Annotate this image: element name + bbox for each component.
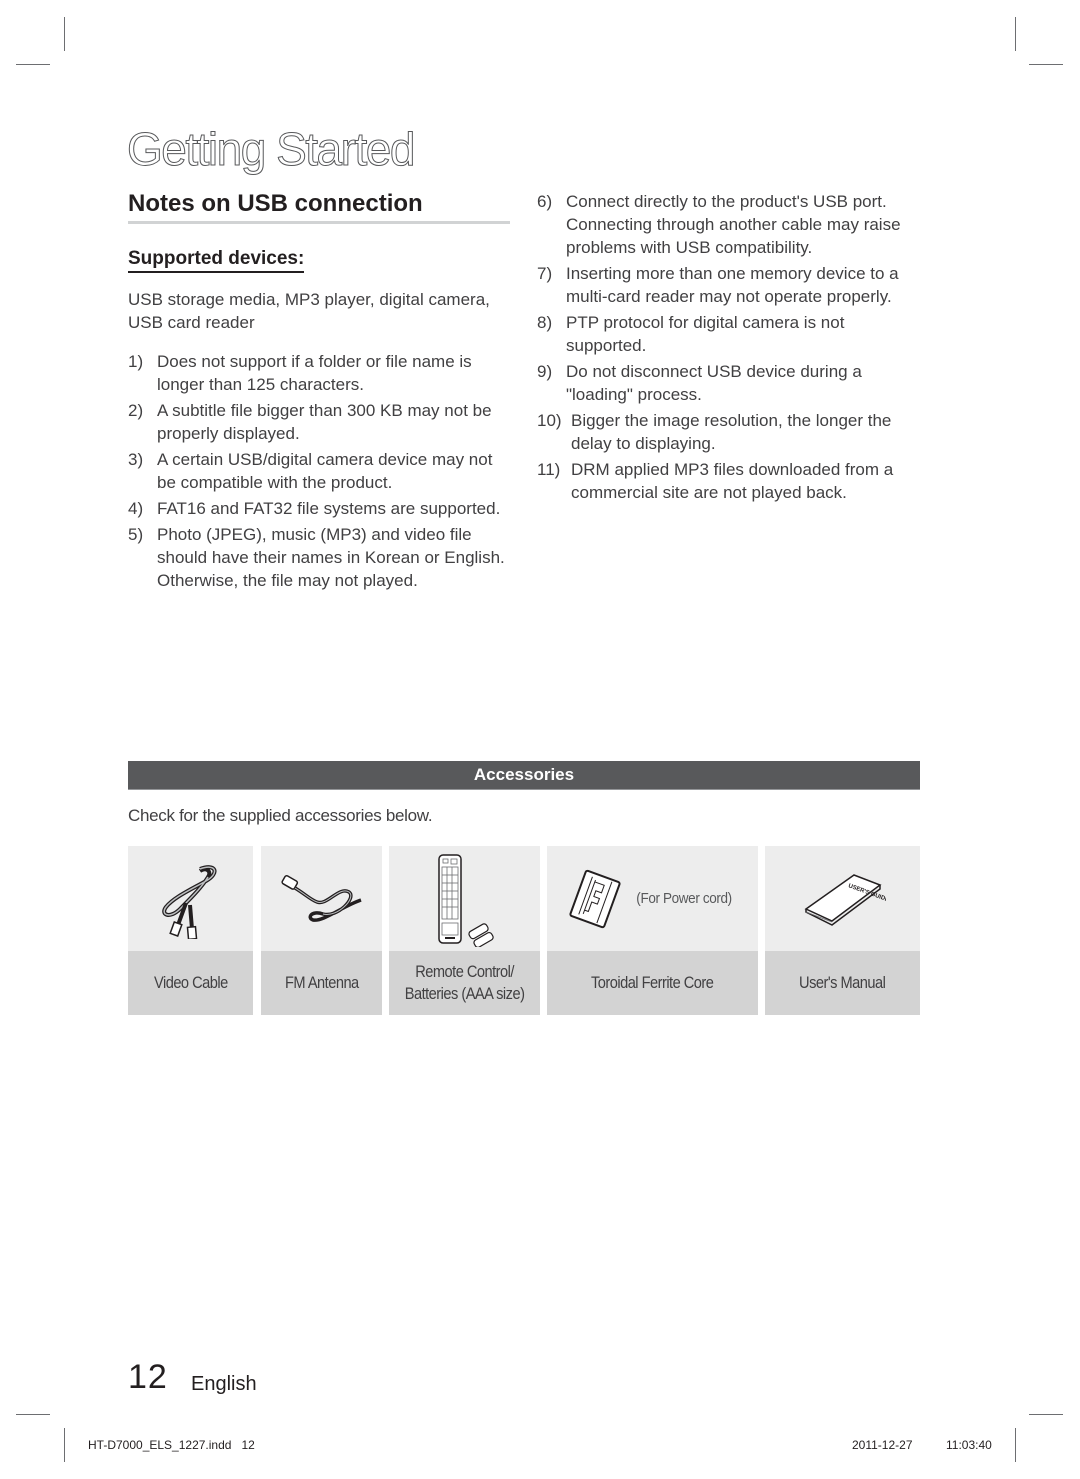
crop-mark <box>16 1414 50 1415</box>
fm-antenna-icon <box>280 874 362 922</box>
item-text: Photo (JPEG), music (MP3) and video file… <box>157 525 505 590</box>
item-text: Inserting more than one memory device to… <box>566 264 899 306</box>
accessory-label-text: Batteries (AAA size) <box>404 984 525 1003</box>
list-item: 8) PTP protocol for digital camera is not… <box>537 311 922 357</box>
list-item: 4) FAT16 and FAT32 file systems are suppo… <box>128 497 513 520</box>
item-number: 9) <box>537 362 553 381</box>
list-item: 2) A subtitle file bigger than 300 KB may… <box>128 399 513 445</box>
item-number: 11) <box>537 460 561 479</box>
accessory-label-text: Video Cable <box>153 973 228 992</box>
item-text: DRM applied MP3 files downloaded from a … <box>571 460 894 502</box>
accessory-image <box>389 846 540 951</box>
crop-mark <box>64 1428 65 1462</box>
list-item: 11) DRM applied MP3 files downloaded from… <box>537 458 922 504</box>
item-number: 3) <box>128 450 144 469</box>
slug-date: 2011-12-27 <box>852 1438 913 1452</box>
accessory-image: (For Power cord) <box>547 846 758 951</box>
accessory-label: Toroidal Ferrite Core <box>547 951 758 1015</box>
accessory-item: USER'S GUIDE User's Manual <box>765 846 920 1015</box>
accessory-item: (For Power cord) Toroidal Ferrite Core <box>547 846 758 1015</box>
list-item: 3) A certain USB/digital camera device ma… <box>128 448 513 494</box>
item-number: 8) <box>537 313 553 332</box>
accessory-label-text: Toroidal Ferrite Core <box>591 973 714 992</box>
accessory-image <box>261 846 382 951</box>
item-text: A subtitle file bigger than 300 KB may n… <box>157 401 492 443</box>
accessory-label-text: Remote Control/ <box>415 962 514 981</box>
users-manual-icon: USER'S GUIDE <box>804 873 886 926</box>
list-item: 10) Bigger the image resolution, the long… <box>537 409 922 455</box>
list-item: 5) Photo (JPEG), music (MP3) and video fi… <box>128 523 513 592</box>
crop-mark <box>1015 1428 1016 1462</box>
item-text: A certain USB/digital camera device may … <box>157 450 493 492</box>
item-text: Does not support if a folder or file nam… <box>157 352 472 394</box>
slug-time: 11:03:40 <box>946 1438 992 1452</box>
item-number: 5) <box>128 525 144 544</box>
item-text: Do not disconnect USB device during a "l… <box>566 362 862 404</box>
crop-mark <box>1029 1414 1063 1415</box>
item-number: 4) <box>128 499 144 518</box>
accessory-label: User's Manual <box>765 951 920 1015</box>
item-number: 6) <box>537 192 553 211</box>
ferrite-core-icon <box>569 869 621 928</box>
accessory-label-text: User's Manual <box>799 973 886 992</box>
subsection-title: Supported devices: <box>128 248 305 273</box>
page-language: English <box>191 1373 257 1395</box>
chapter-title: Getting Started <box>127 122 416 176</box>
item-text: PTP protocol for digital camera is not s… <box>566 313 845 355</box>
accessory-label: Remote Control/ Batteries (AAA size) <box>389 951 540 1015</box>
list-item: 9) Do not disconnect USB device during a … <box>537 360 922 406</box>
section-title: Notes on USB connection <box>128 190 510 224</box>
list-item: 6) Connect directly to the product's USB … <box>537 190 922 259</box>
item-number: 1) <box>128 352 144 371</box>
accessory-image <box>128 846 253 951</box>
video-cable-icon <box>161 864 216 939</box>
chapter-title-text: Getting Started <box>127 123 416 176</box>
accessory-item: Remote Control/ Batteries (AAA size) <box>389 846 540 1015</box>
usb-notes-list-right: 6) Connect directly to the product's USB … <box>537 190 922 507</box>
page-number: 12 <box>128 1358 168 1396</box>
accessory-item: FM Antenna <box>261 846 382 1015</box>
accessory-item: Video Cable <box>128 846 253 1015</box>
accessories-intro: Check for the supplied accessories below… <box>128 806 433 825</box>
crop-mark <box>64 17 65 51</box>
ferrite-core-note: (For Power cord) <box>636 890 733 907</box>
item-text: Bigger the image resolution, the longer … <box>571 411 892 453</box>
crop-mark <box>1015 17 1016 51</box>
usb-notes-list-left: 1) Does not support if a folder or file n… <box>128 350 513 595</box>
accessory-label: FM Antenna <box>261 951 382 1015</box>
list-item: 7) Inserting more than one memory device … <box>537 262 922 308</box>
item-text: Connect directly to the product's USB po… <box>566 192 901 257</box>
slug-filename: HT-D7000_ELS_1227.indd 12 <box>88 1438 255 1452</box>
crop-mark <box>1029 64 1063 65</box>
list-item: 1) Does not support if a folder or file n… <box>128 350 513 396</box>
item-number: 10) <box>537 411 562 430</box>
accessory-image: USER'S GUIDE <box>765 846 920 951</box>
remote-control-icon <box>437 853 494 947</box>
item-number: 2) <box>128 401 144 420</box>
item-number: 7) <box>537 264 553 283</box>
accessory-label-text: FM Antenna <box>284 973 359 992</box>
item-text: FAT16 and FAT32 file systems are support… <box>157 499 501 518</box>
crop-mark <box>16 64 50 65</box>
accessories-header: Accessories <box>128 761 920 790</box>
supported-devices-intro: USB storage media, MP3 player, digital c… <box>128 290 490 332</box>
accessory-label: Video Cable <box>128 951 253 1015</box>
